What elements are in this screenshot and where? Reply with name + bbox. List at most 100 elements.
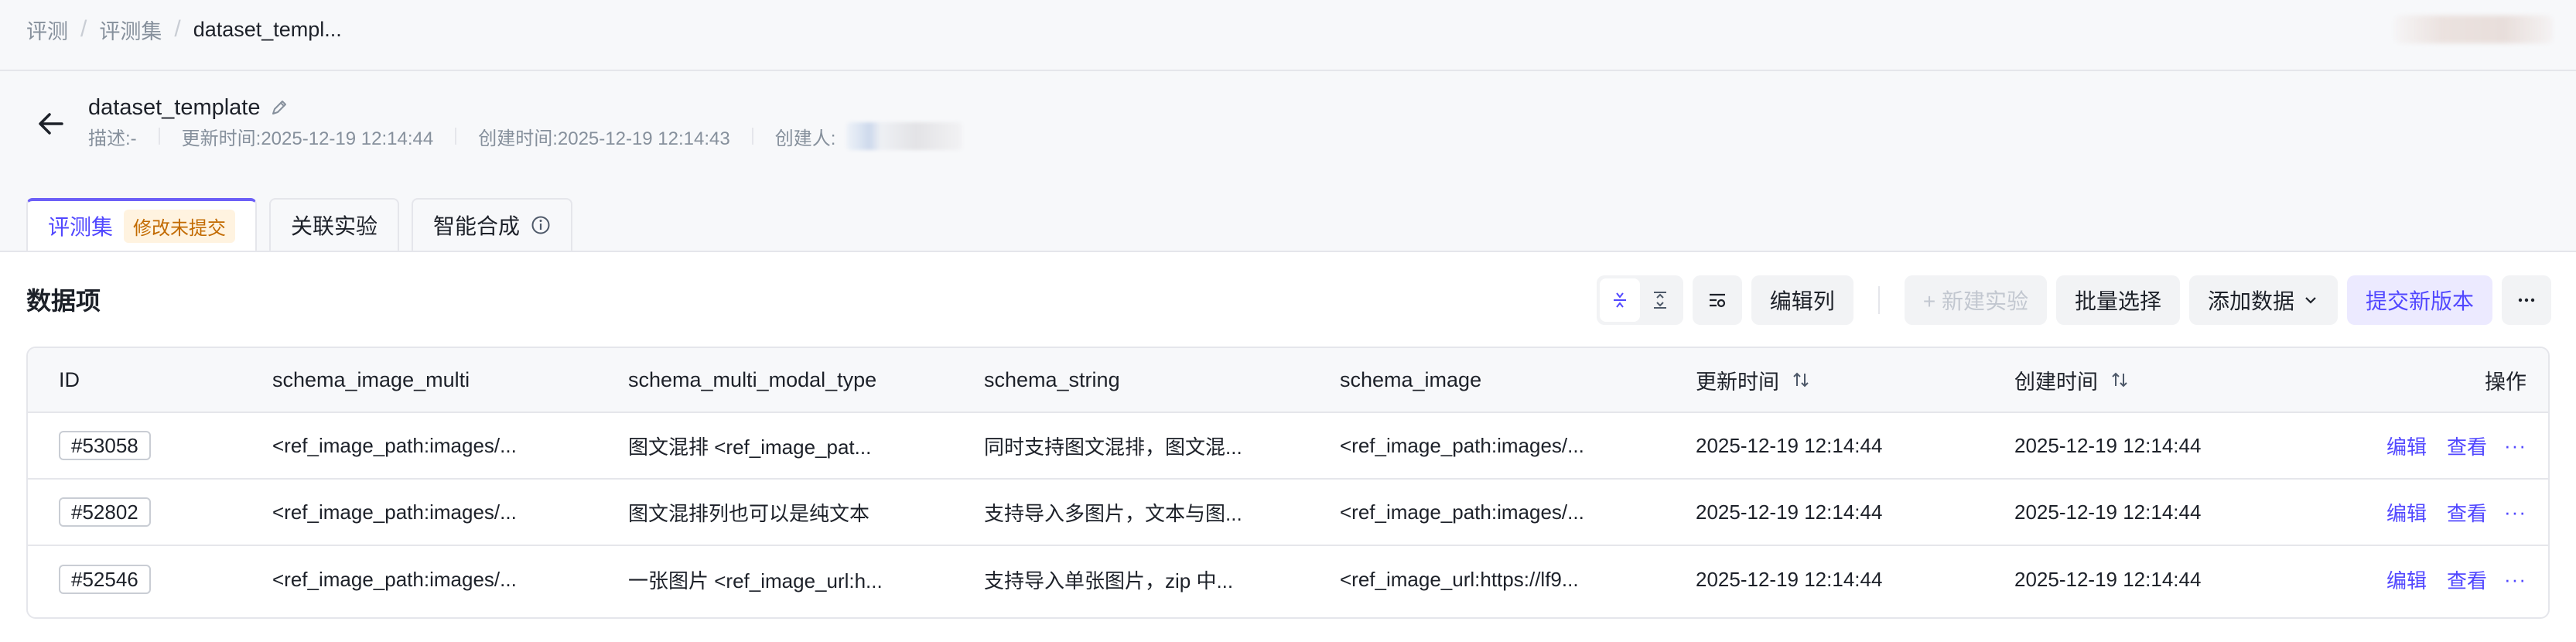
tab-eval-set[interactable]: 评测集 修改未提交 <box>26 198 258 251</box>
view-row-link[interactable]: 查看 <box>2447 432 2487 460</box>
top-bar: 评测 / 评测集 / dataset_templ... <box>0 0 2576 71</box>
schema-image-cell: <ref_image_path:images/... <box>1340 500 1584 524</box>
table-row[interactable]: #52546 <ref_image_path:images/... 一张图片 <… <box>28 546 2548 613</box>
column-header-schema-string: schema_string <box>984 367 1120 391</box>
column-header-created[interactable]: 创建时间 <box>2014 348 2308 411</box>
row-more-icon[interactable]: ··· <box>2504 568 2526 592</box>
schema-image-multi-cell: <ref_image_path:images/... <box>272 433 517 457</box>
row-more-icon[interactable]: ··· <box>2504 500 2526 524</box>
schema-multi-modal-cell: 图文混排 <ref_image_pat... <box>628 435 872 459</box>
column-header-id: ID <box>59 367 80 391</box>
row-actions: 编辑 查看 ··· <box>2380 546 2526 613</box>
tab-label: 评测集 <box>48 215 114 239</box>
row-actions: 编辑 查看 ··· <box>2380 413 2526 478</box>
tab-label: 智能合成 <box>433 214 521 238</box>
id-cell: #52546 <box>59 546 244 613</box>
breadcrumb-separator: / <box>80 16 87 42</box>
row-more-icon[interactable]: ··· <box>2504 434 2526 458</box>
id-cell: #52802 <box>59 480 244 545</box>
schema-multi-modal-cell: 一张图片 <ref_image_url:h... <box>628 569 883 592</box>
created-time-cell: 2025-12-19 12:14:44 <box>2014 500 2202 524</box>
divider <box>751 128 753 145</box>
dataset-title-row: dataset_template <box>88 91 289 124</box>
user-avatar-blurred[interactable] <box>2394 15 2553 43</box>
breadcrumb-separator: / <box>174 16 181 42</box>
info-circle-icon[interactable] <box>531 215 551 235</box>
column-header-label: 创建时间 <box>2014 370 2098 394</box>
updated-time-cell: 2025-12-19 12:14:44 <box>1696 500 1883 524</box>
page-title: dataset_template <box>88 94 261 120</box>
collapse-rows-icon <box>1613 292 1626 308</box>
column-header-schema-image-multi: schema_image_multi <box>272 367 470 391</box>
column-header-schema-image: schema_image <box>1340 367 1482 391</box>
breadcrumb: 评测 / 评测集 / dataset_templ... <box>26 14 342 45</box>
table-row[interactable]: #52802 <ref_image_path:images/... 图文混排列也… <box>28 480 2548 546</box>
divider <box>1877 286 1880 314</box>
data-table: ID schema_image_multi schema_multi_modal… <box>26 347 2550 619</box>
back-button[interactable] <box>32 105 70 142</box>
updated-time-cell: 2025-12-19 12:14:44 <box>1696 433 1883 457</box>
breadcrumb-item-eval-set[interactable]: 评测集 <box>99 15 162 45</box>
id-cell: #53058 <box>59 413 244 478</box>
add-data-label: 添加数据 <box>2207 289 2294 313</box>
dataset-meta: 描述:- 更新时间:2025-12-19 12:14:44 创建时间:2025-… <box>88 122 963 150</box>
edit-columns-button[interactable]: 编辑列 <box>1751 275 1853 325</box>
schema-multi-modal-cell: 图文混排列也可以是纯文本 <box>628 501 870 525</box>
view-row-link[interactable]: 查看 <box>2447 498 2487 527</box>
pencil-icon[interactable] <box>269 97 289 118</box>
tab-smart-synthesis[interactable]: 智能合成 <box>412 198 573 251</box>
tab-bar: 评测集 修改未提交 关联实验 智能合成 <box>26 196 573 251</box>
edit-row-link[interactable]: 编辑 <box>2386 498 2427 527</box>
view-row-link[interactable]: 查看 <box>2447 565 2487 594</box>
column-header-schema-multi-modal-type: schema_multi_modal_type <box>628 367 877 391</box>
tab-related-experiments[interactable]: 关联实验 <box>269 198 400 251</box>
section-title: 数据项 <box>26 287 101 315</box>
more-actions-button[interactable] <box>2502 275 2551 325</box>
breadcrumb-item-eval[interactable]: 评测 <box>26 15 68 45</box>
created-time-cell: 2025-12-19 12:14:44 <box>2014 433 2202 457</box>
column-header-updated[interactable]: 更新时间 <box>1696 348 1990 411</box>
schema-string-cell: 支持导入单张图片，zip 中... <box>984 569 1234 592</box>
main-content: dataset_template 描述:- 更新时间:2025-12-19 12… <box>0 73 2576 642</box>
sort-arrows-icon[interactable] <box>2109 369 2130 391</box>
add-data-button[interactable]: 添加数据 <box>2188 275 2338 325</box>
id-badge: #52802 <box>59 497 151 527</box>
table-row[interactable]: #53058 <ref_image_path:images/... 图文混排 <… <box>28 413 2548 480</box>
sort-arrows-icon[interactable] <box>1790 369 1812 391</box>
id-badge: #52546 <box>59 565 151 594</box>
tab-label: 关联实验 <box>291 214 378 238</box>
edit-row-link[interactable]: 编辑 <box>2386 565 2427 594</box>
new-experiment-button[interactable]: + 新建实验 <box>1904 275 2047 325</box>
status-badge: 修改未提交 <box>124 209 236 243</box>
schema-image-cell: <ref_image_path:images/... <box>1340 433 1584 457</box>
submit-version-button[interactable]: 提交新版本 <box>2346 275 2492 325</box>
expand-rows-button[interactable] <box>1640 278 1680 322</box>
breadcrumb-item-current: dataset_templ... <box>193 17 342 41</box>
divider <box>0 251 2576 252</box>
row-actions: 编辑 查看 ··· <box>2380 480 2526 545</box>
meta-updated-time: 更新时间:2025-12-19 12:14:44 <box>181 128 434 149</box>
id-badge: #53058 <box>59 431 151 460</box>
meta-description: 描述:- <box>88 128 137 149</box>
created-time-cell: 2025-12-19 12:14:44 <box>2014 567 2202 591</box>
meta-creator-label: 创建人: <box>774 128 836 149</box>
column-header-actions: 操作 <box>2485 370 2526 394</box>
divider <box>158 128 160 145</box>
divider <box>455 128 457 145</box>
filter-button[interactable] <box>1692 275 1742 325</box>
collapse-rows-button[interactable] <box>1599 278 1640 322</box>
chevron-down-icon <box>2305 297 2316 304</box>
row-density-toggle <box>1596 275 1683 325</box>
creator-avatar-blurred <box>846 122 963 150</box>
arrow-left-icon <box>39 113 63 135</box>
meta-created-time: 创建时间:2025-12-19 12:14:43 <box>478 128 730 149</box>
column-header-label: 更新时间 <box>1696 370 1779 394</box>
expand-rows-icon <box>1653 292 1666 309</box>
batch-select-button[interactable]: 批量选择 <box>2055 275 2180 325</box>
edit-row-link[interactable]: 编辑 <box>2386 432 2427 460</box>
schema-image-multi-cell: <ref_image_path:images/... <box>272 500 517 524</box>
schema-string-cell: 同时支持图文混排，图文混... <box>984 435 1242 459</box>
table-header-row: ID schema_image_multi schema_multi_modal… <box>28 348 2548 413</box>
schema-image-multi-cell: <ref_image_path:images/... <box>272 567 517 591</box>
table-toolbar: 编辑列 + 新建实验 批量选择 添加数据 提交新版本 <box>1596 275 2551 325</box>
